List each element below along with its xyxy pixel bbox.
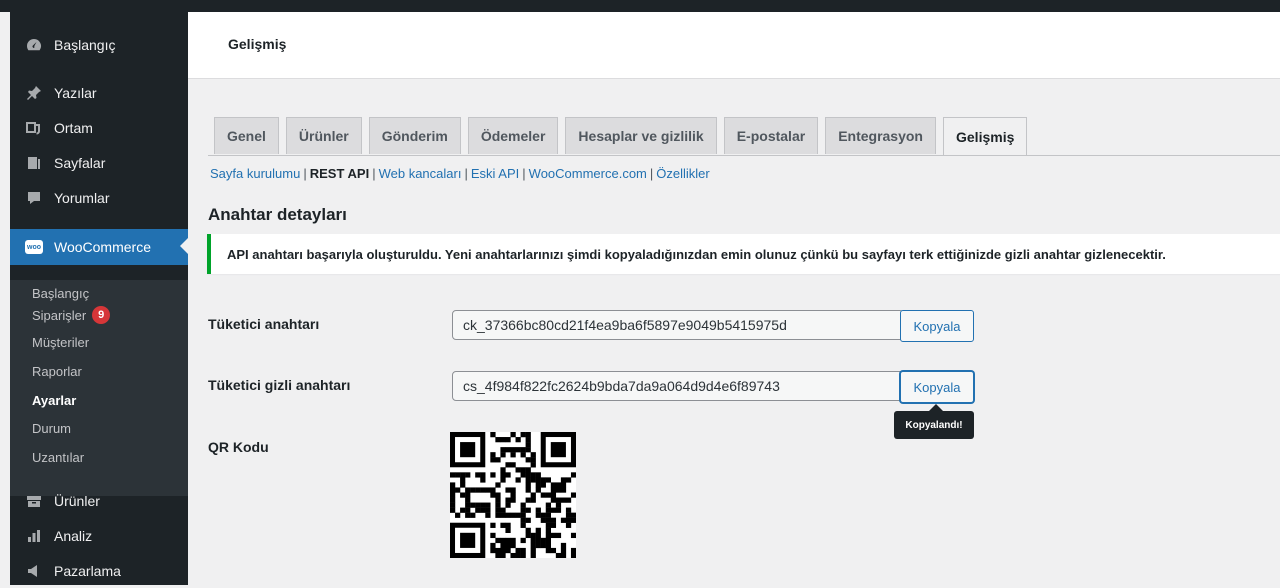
page-title: Gelişmiş <box>228 36 287 52</box>
copy-consumer-key-button[interactable]: Kopyala <box>900 310 974 342</box>
sidebar-item-posts[interactable]: Yazılar <box>10 76 188 110</box>
submenu-item-status[interactable]: Durum <box>32 421 71 436</box>
link-webhooks[interactable]: Web kancaları <box>379 166 462 181</box>
admin-sidebar: Başlangıç Yazılar Ortam Sayfalar Yorumla… <box>10 12 188 585</box>
pin-icon <box>24 83 44 103</box>
sidebar-item-media[interactable]: Ortam <box>10 111 188 145</box>
notice-text: API anahtarı başarıyla oluşturuldu. Yeni… <box>227 246 1166 262</box>
tab-integration[interactable]: Entegrasyon <box>825 117 936 154</box>
link-legacy-api[interactable]: Eski API <box>471 166 519 181</box>
submenu-item-customers[interactable]: Müşteriler <box>32 335 89 350</box>
sidebar-item-label: Analiz <box>54 528 93 544</box>
qr-code-image <box>450 432 576 558</box>
comments-icon <box>24 188 44 208</box>
marketing-icon <box>24 561 44 581</box>
separator: | <box>303 166 307 181</box>
separator: | <box>522 166 526 181</box>
consumer-secret-field[interactable]: cs_4f984f822fc2624b9bda7da9a064d9d4e6f89… <box>452 371 904 401</box>
sidebar-item-pages[interactable]: Sayfalar <box>10 146 188 180</box>
sidebar-item-dashboard[interactable]: Başlangıç <box>10 28 188 62</box>
sidebar-item-label: Yorumlar <box>54 190 110 206</box>
admin-top-bar <box>0 0 1280 12</box>
sidebar-item-label: Ürünler <box>54 493 100 509</box>
link-woocommerce-com[interactable]: WooCommerce.com <box>529 166 647 181</box>
dashboard-icon <box>24 35 44 55</box>
page-header: Gelişmiş <box>188 12 1280 79</box>
sidebar-item-marketing[interactable]: Pazarlama <box>10 554 188 588</box>
submenu-item-settings[interactable]: Ayarlar <box>32 393 76 408</box>
consumer-key-field[interactable]: ck_37366bc80cd21f4ea9ba6f5897e9049b54159… <box>452 310 904 340</box>
tab-shipping[interactable]: Gönderim <box>368 117 461 154</box>
submenu-label: Raporlar <box>32 364 82 379</box>
link-page-setup[interactable]: Sayfa kurulumu <box>210 166 300 181</box>
orders-count-badge: 9 <box>92 306 111 324</box>
submenu-label: Başlangıç <box>32 286 90 301</box>
sidebar-item-comments[interactable]: Yorumlar <box>10 181 188 215</box>
separator: | <box>649 166 654 181</box>
tab-advanced[interactable]: Gelişmiş <box>943 117 1028 156</box>
analytics-icon <box>24 526 44 546</box>
sidebar-item-label: Sayfalar <box>54 155 106 171</box>
submenu-label: Siparişler <box>32 307 87 323</box>
qr-code-label: QR Kodu <box>208 439 269 455</box>
sidebar-item-analytics[interactable]: Analiz <box>10 519 188 553</box>
copy-consumer-secret-button[interactable]: Kopyala <box>900 371 974 403</box>
submenu-label: Uzantılar <box>32 450 85 465</box>
submenu-item-extensions[interactable]: Uzantılar <box>32 450 84 465</box>
success-notice: API anahtarı başarıyla oluşturuldu. Yeni… <box>207 234 1280 274</box>
woocommerce-icon: woo <box>24 237 44 257</box>
tab-payments[interactable]: Ödemeler <box>467 117 559 154</box>
pages-icon <box>24 153 44 173</box>
submenu-label: Durum <box>32 421 72 436</box>
consumer-secret-label: Tüketici gizli anahtarı <box>208 377 351 393</box>
tab-emails[interactable]: E-postalar <box>723 117 819 154</box>
tooltip-arrow <box>929 404 943 411</box>
sidebar-item-label: Pazarlama <box>54 563 121 579</box>
settings-tabs: Genel Ürünler Gönderim Ödemeler Hesaplar… <box>214 117 1034 156</box>
separator: | <box>372 166 376 181</box>
media-icon <box>24 118 44 138</box>
products-icon <box>24 491 44 511</box>
key-details-heading: Anahtar detayları <box>208 205 347 224</box>
sidebar-item-label: Ortam <box>54 120 93 136</box>
tab-accounts-privacy[interactable]: Hesaplar ve gizlilik <box>565 117 717 154</box>
sidebar-item-label: Yazılar <box>54 85 97 101</box>
window-edge <box>0 12 10 585</box>
tab-general[interactable]: Genel <box>214 117 279 154</box>
separator: | <box>464 166 468 181</box>
link-rest-api[interactable]: REST API <box>310 166 369 181</box>
submenu-label: Ayarlar <box>32 393 77 408</box>
sidebar-item-label: Başlangıç <box>54 37 116 53</box>
active-menu-arrow <box>180 238 188 254</box>
section-links: Sayfa kurulumu | REST API | Web kancalar… <box>210 166 710 181</box>
tab-products[interactable]: Ürünler <box>285 117 362 154</box>
consumer-key-label: Tüketici anahtarı <box>208 316 320 332</box>
copied-tooltip: Kopyalandı! <box>894 411 974 439</box>
woocommerce-submenu: Başlangıç Siparişler 9 Müşteriler Raporl… <box>10 280 188 496</box>
sidebar-item-products[interactable]: Ürünler <box>10 484 188 518</box>
tabs-divider <box>208 155 1280 156</box>
link-features[interactable]: Özellikler <box>656 166 709 181</box>
submenu-item-home[interactable]: Başlangıç <box>32 286 89 301</box>
sidebar-item-label: WooCommerce <box>54 239 151 255</box>
submenu-item-orders[interactable]: Siparişler 9 <box>32 306 111 324</box>
submenu-label: Müşteriler <box>32 335 90 350</box>
woocommerce-logo: woo <box>25 240 43 254</box>
submenu-item-reports[interactable]: Raporlar <box>32 364 82 379</box>
sidebar-item-woocommerce[interactable]: woo WooCommerce <box>10 229 188 265</box>
